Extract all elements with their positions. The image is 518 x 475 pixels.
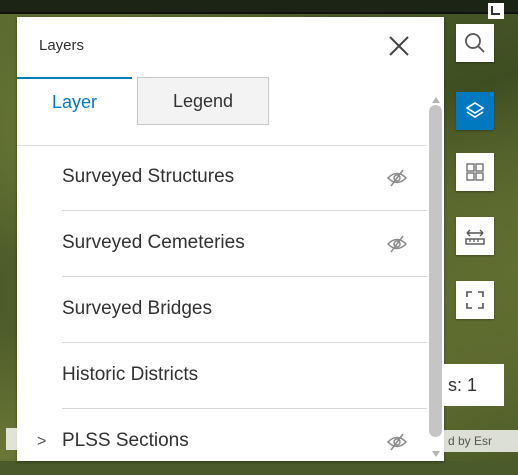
panel-scrollbar[interactable] (427, 81, 444, 461)
tab-layer[interactable]: Layer (17, 77, 132, 125)
layer-item-plss-sections[interactable]: > PLSS Sections (17, 409, 427, 475)
layer-label: Historic Districts (62, 364, 199, 385)
basemap-gallery-button[interactable] (456, 153, 494, 191)
scroll-up-icon[interactable] (432, 97, 440, 103)
attribution-left (6, 428, 17, 450)
measure-button[interactable] (456, 217, 494, 255)
layer-label: PLSS Sections (62, 430, 189, 451)
close-button[interactable] (382, 29, 416, 63)
scroll-down-icon[interactable] (432, 451, 440, 457)
layers-button[interactable] (456, 92, 494, 130)
map-attribution[interactable]: d by Esr (444, 430, 518, 452)
layer-item-historic-districts[interactable]: Historic Districts (17, 343, 427, 409)
measure-icon (465, 229, 485, 245)
basemap-gallery-icon (466, 163, 484, 181)
close-icon (389, 36, 409, 56)
chevron-right-icon[interactable]: > (37, 433, 46, 451)
fullscreen-icon (466, 291, 484, 309)
layers-icon (465, 102, 485, 118)
eye-off-icon[interactable] (386, 431, 408, 453)
panel-title: Layers (39, 37, 85, 54)
eye-off-icon[interactable] (386, 167, 408, 189)
scale-indicator: s: 1 (444, 364, 504, 406)
eye-off-icon[interactable] (386, 233, 408, 255)
layers-panel: Layers Layer Legend Surveyed Structures … (17, 17, 444, 461)
layer-label: Surveyed Bridges (62, 298, 212, 319)
corner-bracket-icon (488, 3, 504, 19)
layer-label: Surveyed Cemeteries (62, 232, 245, 253)
layer-item-surveyed-cemeteries[interactable]: Surveyed Cemeteries (17, 211, 427, 277)
fullscreen-button[interactable] (456, 281, 494, 319)
tab-legend[interactable]: Legend (137, 77, 269, 125)
layer-label: Surveyed Structures (62, 166, 235, 187)
scroll-thumb[interactable] (429, 105, 442, 437)
top-bar (0, 0, 518, 14)
search-icon (465, 33, 485, 53)
panel-header: Layers (17, 17, 444, 75)
layer-item-surveyed-bridges[interactable]: Surveyed Bridges (17, 277, 427, 343)
layer-item-surveyed-structures[interactable]: Surveyed Structures (17, 145, 427, 211)
search-button[interactable] (456, 24, 494, 62)
panel-tabs: Layer Legend (17, 77, 444, 145)
